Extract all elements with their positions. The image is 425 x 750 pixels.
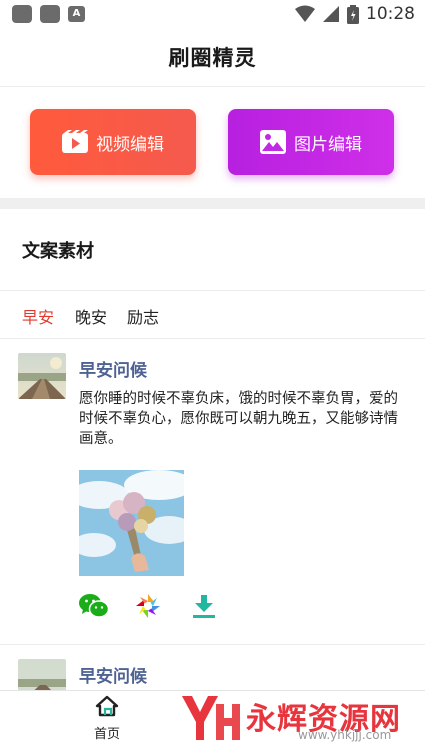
- tab-morning[interactable]: 早安: [22, 304, 54, 328]
- title-bar: 刷圈精灵: [0, 30, 425, 87]
- moments-icon[interactable]: [135, 593, 161, 619]
- image-edit-label: 图片编辑: [294, 134, 362, 155]
- nav-home-label: 首页: [93, 727, 120, 742]
- watermark: 永辉资源网 www.yhkjjj.com: [178, 690, 408, 750]
- wifi-icon: [295, 5, 315, 22]
- post-image[interactable]: [79, 470, 184, 576]
- section-divider: [0, 198, 425, 209]
- section-title: 文案素材: [22, 241, 94, 262]
- battery-icon: [347, 5, 359, 24]
- divider: [0, 644, 425, 645]
- image-icon: [260, 130, 286, 154]
- post-title: 早安问候: [79, 361, 147, 381]
- post-text: 愿你睡的时候不辜负床，饿的时候不辜负胃，爱的时候不辜负心，愿你既可以朝九晚五，又…: [79, 391, 398, 447]
- tab-night[interactable]: 晚安: [75, 304, 107, 328]
- status-time: 10:28: [366, 4, 415, 24]
- list-item: 早安问候 愿你睡的时候不辜负床，饿的时候不辜负胃，爱的时候不辜负心，愿你既可以朝…: [0, 340, 425, 645]
- status-bar: A 10:28: [0, 0, 425, 30]
- image-edit-button[interactable]: 图片编辑: [228, 109, 394, 175]
- page-title: 刷圈精灵: [168, 46, 257, 70]
- home-icon: [95, 695, 119, 717]
- share-row: [79, 593, 219, 621]
- video-icon: [62, 130, 88, 153]
- nav-home[interactable]: 首页: [80, 695, 134, 747]
- watermark-logo: [182, 696, 240, 740]
- video-edit-button[interactable]: 视频编辑: [30, 109, 196, 175]
- app-notification-icon: [40, 5, 60, 23]
- download-icon[interactable]: [191, 593, 217, 619]
- avatar: [18, 353, 66, 399]
- signal-icon: [323, 6, 339, 22]
- watermark-url: www.yhkjjj.com: [298, 728, 392, 742]
- action-buttons: 视频编辑 图片编辑: [0, 88, 425, 198]
- tab-motivation[interactable]: 励志: [127, 304, 159, 328]
- section-header: 文案素材: [0, 209, 425, 291]
- post-title: 早安问候: [79, 667, 147, 687]
- list-item: 早安问候: [0, 646, 425, 705]
- notification-badge: A: [68, 6, 85, 22]
- app-notification-icon: [12, 5, 32, 23]
- video-edit-label: 视频编辑: [96, 134, 164, 155]
- wechat-icon[interactable]: [79, 593, 109, 619]
- category-tabs: 早安 晚安 励志: [0, 292, 425, 339]
